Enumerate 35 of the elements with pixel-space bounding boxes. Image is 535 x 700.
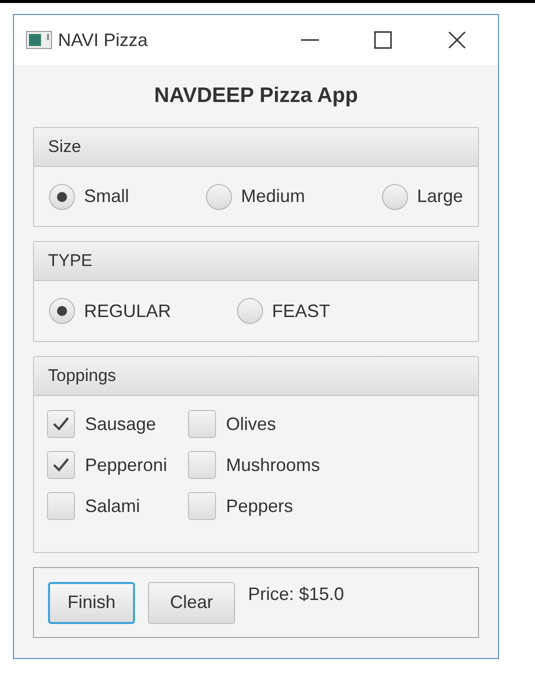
checkbox-label: Salami [85,494,140,518]
checkbox-label: Pepperoni [85,454,168,477]
price-label: Price: $15.0 [248,583,344,606]
radio-label: Small [84,185,130,208]
panel-header: TYPE [34,242,478,281]
checkbox[interactable] [47,451,75,479]
checkbox-label: Sausage [85,412,156,436]
radio-button[interactable] [237,298,264,324]
checkbox-label: Olives [226,412,276,436]
checkbox-label: Mushrooms [226,454,320,476]
app-heading: NAVDEEP Pizza App [154,83,358,110]
action-button[interactable]: Clear [148,582,235,624]
radio-label: Medium [240,185,305,208]
checkmark-icon [52,457,70,473]
radio-button[interactable] [49,184,75,210]
checkmark-icon [52,416,70,432]
radio-button[interactable] [382,184,408,210]
maximize-icon[interactable] [374,31,392,49]
checkbox[interactable] [47,410,75,438]
panel-header: Size [34,128,478,167]
panel-header: Toppings [34,357,478,396]
radio-button[interactable] [206,184,232,210]
checkbox[interactable] [188,492,216,520]
close-icon[interactable] [448,31,466,49]
action-button[interactable]: Finish [48,582,135,624]
checkbox-label: Peppers [226,494,294,518]
app-icon [26,29,52,51]
radio-label: FEAST [272,300,330,322]
radio-button[interactable] [49,298,75,324]
checkbox[interactable] [188,410,216,438]
window-title: NAVI Pizza [58,28,148,52]
checkbox[interactable] [47,492,75,520]
radio-label: REGULAR [84,300,172,322]
radio-label: Large [416,185,463,208]
checkbox[interactable] [188,451,216,479]
